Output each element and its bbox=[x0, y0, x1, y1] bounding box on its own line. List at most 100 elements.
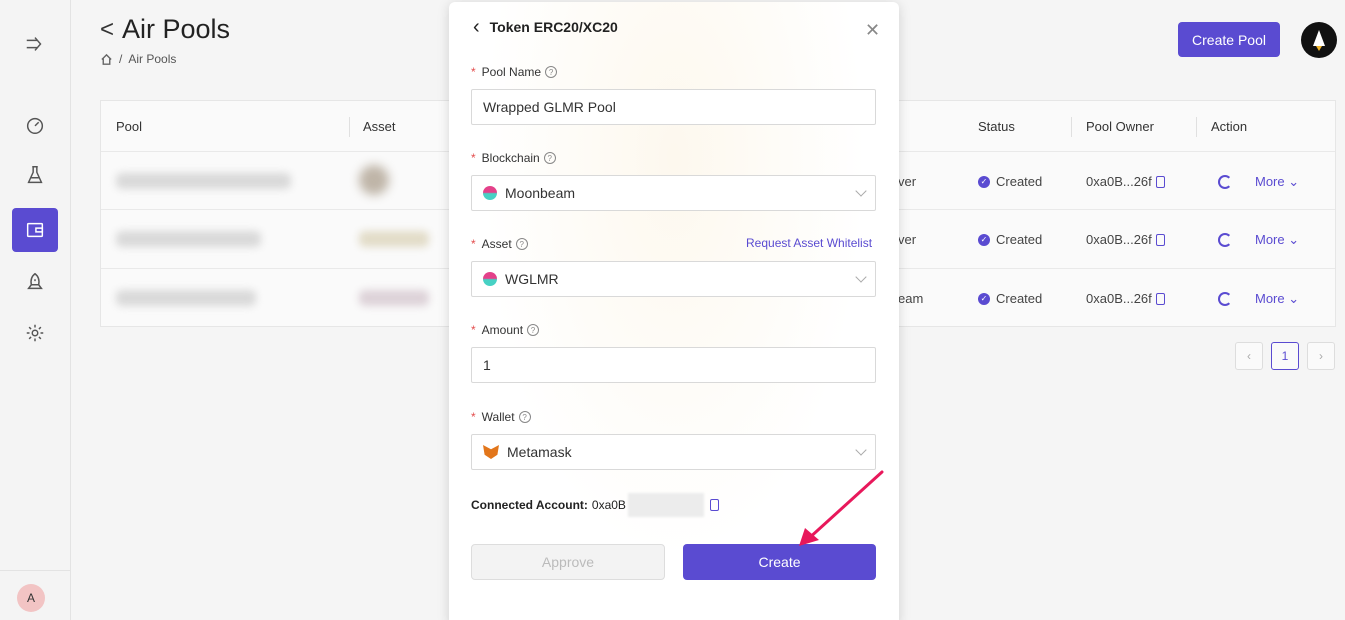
help-icon[interactable]: ? bbox=[543, 152, 556, 164]
pool-name-input[interactable]: Wrapped GLMR Pool bbox=[471, 89, 876, 125]
copy-icon[interactable] bbox=[709, 499, 719, 511]
expand-icon[interactable] bbox=[12, 22, 58, 66]
required-mark: * bbox=[471, 410, 476, 424]
rocket-icon[interactable] bbox=[12, 260, 58, 304]
breadcrumb-separator: / bbox=[119, 52, 123, 66]
status-badge: ✓ Created bbox=[978, 232, 1042, 247]
copy-icon[interactable] bbox=[1155, 176, 1165, 188]
create-pool-button[interactable]: Create Pool bbox=[1178, 22, 1280, 57]
create-pool-modal: ‹ Token ERC20/XC20 ✕ * Pool Name? Wrapped… bbox=[449, 2, 899, 620]
col-divider bbox=[1071, 117, 1072, 137]
breadcrumb: / Air Pools bbox=[100, 52, 176, 66]
col-header-action: Action bbox=[1211, 119, 1248, 134]
pool-name-label: * Pool Name? bbox=[471, 65, 558, 79]
more-label: More bbox=[1255, 291, 1285, 306]
page-title-text: Air Pools bbox=[122, 14, 231, 44]
more-label: More bbox=[1255, 174, 1285, 189]
pool-name-value: Wrapped GLMR Pool bbox=[483, 99, 616, 115]
asset-label-text: Asset bbox=[481, 237, 512, 251]
help-icon[interactable]: ? bbox=[518, 411, 531, 423]
connected-label: Connected Account: bbox=[471, 498, 588, 512]
asset-redacted bbox=[359, 231, 429, 247]
connected-account: Connected Account: 0xa0B bbox=[471, 493, 719, 517]
pool-name-redacted bbox=[116, 231, 261, 247]
col-header-owner: Pool Owner bbox=[1086, 119, 1154, 134]
moonbeam-icon bbox=[483, 186, 497, 200]
required-mark: * bbox=[471, 151, 476, 165]
help-icon[interactable]: ? bbox=[515, 238, 528, 250]
close-icon[interactable]: ✕ bbox=[865, 20, 880, 41]
required-mark: * bbox=[471, 65, 476, 79]
check-icon: ✓ bbox=[978, 233, 990, 246]
copy-icon[interactable] bbox=[1155, 234, 1165, 246]
refresh-icon[interactable] bbox=[1218, 233, 1232, 247]
pool-name-redacted bbox=[116, 290, 256, 306]
help-icon[interactable]: ? bbox=[545, 66, 558, 78]
col-header-pool: Pool bbox=[116, 119, 143, 134]
col-header-asset: Asset bbox=[363, 119, 396, 134]
wallet-icon[interactable] bbox=[12, 208, 58, 252]
blockchain-select[interactable]: Moonbeam bbox=[471, 175, 876, 211]
asset-redacted bbox=[359, 290, 429, 306]
pool-name-redacted bbox=[116, 173, 291, 189]
create-button[interactable]: Create bbox=[683, 544, 876, 580]
request-whitelist-link[interactable]: Request Asset Whitelist bbox=[746, 236, 872, 250]
gear-icon[interactable] bbox=[12, 311, 58, 355]
pagination-prev[interactable]: ‹ bbox=[1235, 342, 1263, 370]
amount-input[interactable]: 1 bbox=[471, 347, 876, 383]
owner-address: 0xa0B...26f bbox=[1086, 291, 1152, 306]
amount-value: 1 bbox=[483, 357, 491, 373]
pool-name-label-text: Pool Name bbox=[481, 65, 542, 79]
chevron-right-icon: › bbox=[1319, 349, 1323, 363]
rocket-logo-icon bbox=[1313, 30, 1325, 51]
pagination-page[interactable]: 1 bbox=[1271, 342, 1299, 370]
wallet-label-text: Wallet bbox=[481, 410, 515, 424]
chevron-down-icon bbox=[855, 185, 867, 197]
blockchain-label-text: Blockchain bbox=[481, 151, 540, 165]
flask-icon[interactable] bbox=[12, 153, 58, 197]
status-text: Created bbox=[996, 174, 1043, 189]
owner-address: 0xa0B...26f bbox=[1086, 174, 1152, 189]
help-icon[interactable]: ? bbox=[527, 324, 540, 336]
dashboard-icon[interactable] bbox=[12, 103, 58, 147]
pagination-next[interactable]: › bbox=[1307, 342, 1335, 370]
asset-select[interactable]: WGLMR bbox=[471, 261, 876, 297]
modal-title: Token ERC20/XC20 bbox=[489, 19, 618, 35]
status-badge: ✓ Created bbox=[978, 291, 1042, 306]
connected-address: 0xa0B bbox=[591, 498, 626, 512]
back-icon[interactable]: ‹ bbox=[473, 17, 480, 37]
copy-icon[interactable] bbox=[1155, 293, 1165, 305]
user-logo[interactable] bbox=[1301, 22, 1337, 58]
avatar[interactable]: A bbox=[17, 584, 45, 612]
status-text: Created bbox=[996, 291, 1043, 306]
check-icon: ✓ bbox=[978, 175, 990, 188]
amount-label-text: Amount bbox=[481, 323, 524, 337]
pool-owner: 0xa0B...26f bbox=[1086, 291, 1165, 306]
more-label: More bbox=[1255, 232, 1285, 247]
approve-button[interactable]: Approve bbox=[471, 544, 665, 580]
col-divider bbox=[1196, 117, 1197, 137]
sidebar-footer: A bbox=[0, 570, 70, 620]
more-dropdown[interactable]: More ⌄ bbox=[1255, 174, 1299, 190]
refresh-icon[interactable] bbox=[1218, 175, 1232, 189]
home-icon[interactable] bbox=[100, 53, 113, 66]
chevron-down-icon: ⌄ bbox=[1288, 291, 1300, 306]
refresh-icon[interactable] bbox=[1218, 292, 1232, 306]
more-dropdown[interactable]: More ⌄ bbox=[1255, 232, 1299, 248]
check-icon: ✓ bbox=[978, 292, 990, 305]
pool-owner: 0xa0B...26f bbox=[1086, 232, 1165, 247]
wallet-select[interactable]: Metamask bbox=[471, 434, 876, 470]
blockchain-label: * Blockchain? bbox=[471, 151, 556, 165]
asset-icon-redacted bbox=[359, 165, 389, 195]
chevron-down-icon bbox=[855, 271, 867, 283]
wallet-label: * Wallet? bbox=[471, 410, 531, 424]
col-divider bbox=[349, 117, 350, 137]
status-badge: ✓ Created bbox=[978, 174, 1042, 189]
more-dropdown[interactable]: More ⌄ bbox=[1255, 291, 1299, 307]
back-icon[interactable]: < bbox=[100, 16, 114, 44]
breadcrumb-current: Air Pools bbox=[128, 52, 177, 66]
row-partial-text: ver bbox=[898, 232, 917, 247]
required-mark: * bbox=[471, 237, 476, 251]
chevron-down-icon bbox=[855, 444, 867, 456]
amount-label: * Amount? bbox=[471, 323, 540, 337]
